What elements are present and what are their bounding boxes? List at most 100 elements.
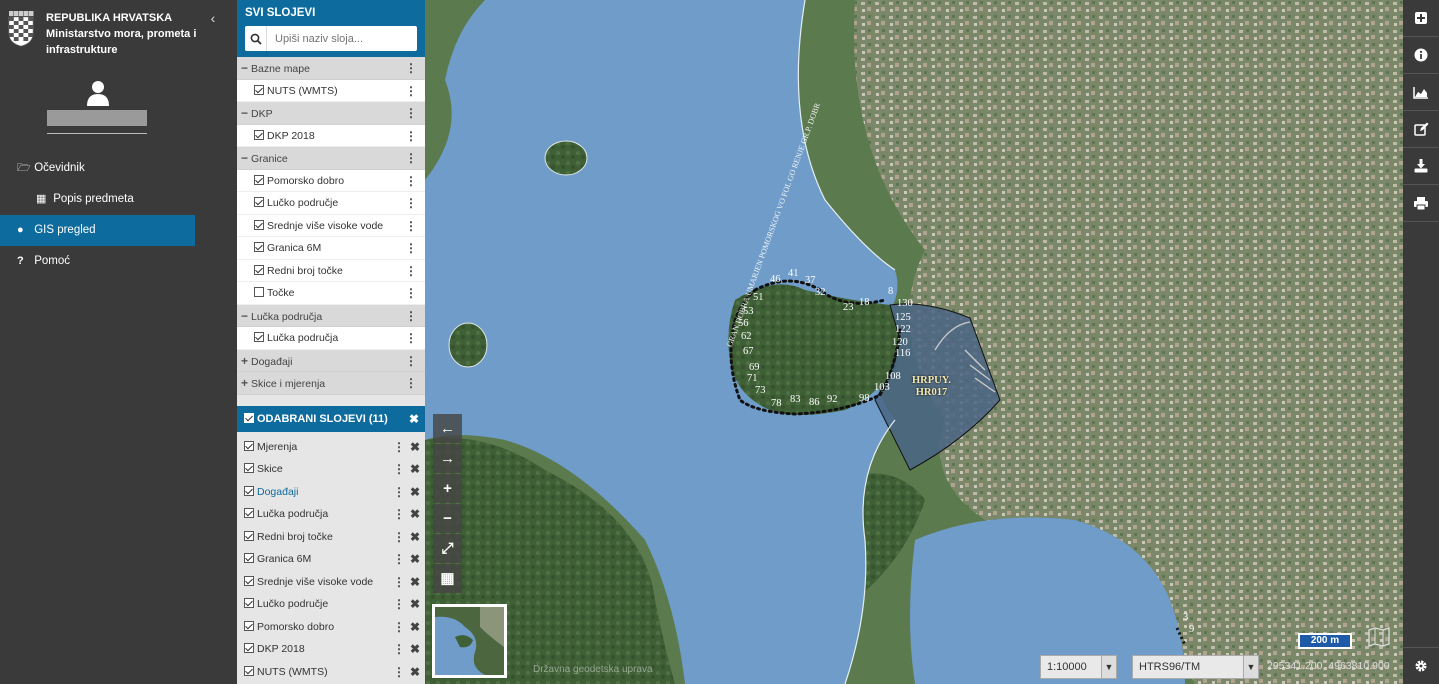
scale-select[interactable]: 1:10000 ▼ xyxy=(1040,655,1117,679)
more-options-icon[interactable]: ⋮ xyxy=(393,481,405,504)
more-options-icon[interactable]: ⋮ xyxy=(393,571,405,594)
settings-button[interactable] xyxy=(1403,647,1439,684)
more-options-icon[interactable]: ⋮ xyxy=(393,548,405,571)
layer-group-dogadaji[interactable]: + Događaji ⋮ xyxy=(237,349,425,373)
remove-layer-icon[interactable]: ✖ xyxy=(410,548,420,571)
layer-checkbox[interactable] xyxy=(244,508,254,518)
remove-layer-icon[interactable]: ✖ xyxy=(410,571,420,594)
layer-item-dkp-2018[interactable]: DKP 2018 ⋮ xyxy=(237,124,425,148)
layer-checkbox[interactable] xyxy=(254,84,264,95)
select-all-checkbox[interactable] xyxy=(244,412,254,423)
more-options-icon[interactable]: ⋮ xyxy=(393,638,405,661)
selected-layer-granica-6m[interactable]: Granica 6M ⋮ ✖ xyxy=(237,548,425,571)
more-options-icon[interactable]: ⋮ xyxy=(393,503,405,526)
info-button[interactable] xyxy=(1403,37,1439,74)
more-options-icon[interactable]: ⋮ xyxy=(405,260,417,283)
layer-item-srednje-vise-visoke-vode[interactable]: Srednje više visoke vode ⋮ xyxy=(237,214,425,238)
map-grid-button[interactable]: ▦ xyxy=(433,564,462,593)
remove-layer-icon[interactable]: ✖ xyxy=(410,638,420,661)
layer-group-dkp[interactable]: − DKP ⋮ xyxy=(237,102,425,125)
layer-checkbox[interactable] xyxy=(244,553,254,563)
selected-layer-skice[interactable]: Skice ⋮ ✖ xyxy=(237,458,425,481)
more-options-icon[interactable]: ⋮ xyxy=(405,372,417,395)
layer-group-skice-i-mjerenja[interactable]: + Skice i mjerenja ⋮ xyxy=(237,372,425,395)
layer-checkbox[interactable] xyxy=(254,264,264,275)
layer-checkbox[interactable] xyxy=(244,665,254,676)
layer-checkbox[interactable] xyxy=(254,219,264,230)
layer-checkbox[interactable] xyxy=(254,174,264,185)
layer-group-bazne-mape[interactable]: − Bazne mape ⋮ xyxy=(237,57,425,80)
layer-item-tocke[interactable]: Točke ⋮ xyxy=(237,282,425,305)
search-icon[interactable] xyxy=(245,26,267,51)
map-canvas[interactable]: 46 41 37 32 23 18 8 130 125 122 120 116 … xyxy=(425,0,1403,684)
more-options-icon[interactable]: ⋮ xyxy=(393,436,405,459)
selected-layer-srednje-vise-visoke-vode[interactable]: Srednje više visoke vode ⋮ ✖ xyxy=(237,570,425,594)
more-options-icon[interactable]: ⋮ xyxy=(405,282,417,305)
nav-item-gis-pregled[interactable]: ● GIS pregled xyxy=(0,215,195,246)
remove-layer-icon[interactable]: ✖ xyxy=(410,458,420,481)
overview-minimap[interactable] xyxy=(432,604,507,678)
download-button[interactable] xyxy=(1403,148,1439,185)
layer-checkbox[interactable] xyxy=(244,620,254,631)
more-options-icon[interactable]: ⋮ xyxy=(405,350,417,373)
remove-layer-icon[interactable]: ✖ xyxy=(410,661,420,684)
area-chart-button[interactable] xyxy=(1403,74,1439,111)
crs-select[interactable]: HTRS96/TM ▼ xyxy=(1132,655,1259,679)
selected-layer-nuts[interactable]: NUTS (WMTS) ⋮ ✖ xyxy=(237,660,425,684)
more-options-icon[interactable]: ⋮ xyxy=(405,327,417,350)
layer-checkbox[interactable] xyxy=(244,463,254,473)
more-options-icon[interactable]: ⋮ xyxy=(405,237,417,260)
layer-checkbox[interactable] xyxy=(254,242,264,252)
layer-checkbox[interactable] xyxy=(254,332,264,342)
selected-layer-mjerenja[interactable]: Mjerenja ⋮ ✖ xyxy=(237,435,425,459)
selected-layer-dogadaji[interactable]: Događaji ⋮ ✖ xyxy=(237,480,425,504)
more-options-icon[interactable]: ⋮ xyxy=(405,170,417,193)
layer-checkbox[interactable] xyxy=(254,287,264,297)
print-button[interactable] xyxy=(1403,185,1439,222)
layer-checkbox[interactable] xyxy=(244,643,254,653)
nav-item-pomoc[interactable]: ? Pomoć xyxy=(0,246,195,277)
layer-item-granica-6m[interactable]: Granica 6M ⋮ xyxy=(237,237,425,260)
layer-item-nuts[interactable]: NUTS (WMTS) ⋮ xyxy=(237,79,425,103)
selected-layer-pomorsko-dobro[interactable]: Pomorsko dobro ⋮ ✖ xyxy=(237,615,425,639)
nav-item-ocevidnik[interactable]: 🗁 Očevidnik xyxy=(0,153,195,184)
clear-selected-icon[interactable]: ✖ xyxy=(409,406,419,432)
selected-layer-dkp-2018[interactable]: DKP 2018 ⋮ ✖ xyxy=(237,638,425,661)
more-options-icon[interactable]: ⋮ xyxy=(405,125,417,148)
layer-group-lucka-podrucja[interactable]: − Lučka područja ⋮ xyxy=(237,304,425,327)
layer-checkbox[interactable] xyxy=(244,440,254,451)
remove-layer-icon[interactable]: ✖ xyxy=(410,616,420,639)
remove-layer-icon[interactable]: ✖ xyxy=(410,526,420,549)
more-options-icon[interactable]: ⋮ xyxy=(393,458,405,481)
remove-layer-icon[interactable]: ✖ xyxy=(410,436,420,459)
map-back-button[interactable]: ← xyxy=(433,414,462,443)
layer-checkbox[interactable] xyxy=(254,197,264,207)
selected-layer-redni-broj-tocke[interactable]: Redni broj točke ⋮ ✖ xyxy=(237,525,425,549)
more-options-icon[interactable]: ⋮ xyxy=(405,57,417,80)
selected-layers-header[interactable]: ODABRANI SLOJEVI (11) ✖ xyxy=(237,405,425,432)
layer-item-pomorsko-dobro[interactable]: Pomorsko dobro ⋮ xyxy=(237,169,425,193)
more-options-icon[interactable]: ⋮ xyxy=(405,147,417,170)
more-options-icon[interactable]: ⋮ xyxy=(405,102,417,125)
edit-button[interactable] xyxy=(1403,111,1439,148)
more-options-icon[interactable]: ⋮ xyxy=(393,593,405,616)
zoom-extent-button[interactable]: ⤢ xyxy=(433,534,462,563)
layer-label[interactable]: Događaji xyxy=(257,486,298,498)
layer-item-lucka-podrucja[interactable]: Lučka područja ⋮ xyxy=(237,327,425,350)
more-options-icon[interactable]: ⋮ xyxy=(405,215,417,238)
layer-checkbox[interactable] xyxy=(254,129,264,140)
map-forward-button[interactable]: → xyxy=(433,444,462,473)
remove-layer-icon[interactable]: ✖ xyxy=(410,481,420,504)
selected-layer-lucka-podrucja[interactable]: Lučka područja ⋮ ✖ xyxy=(237,503,425,526)
zoom-in-button[interactable]: + xyxy=(433,474,462,503)
layer-item-lucko-podrucje[interactable]: Lučko područje ⋮ xyxy=(237,192,425,215)
more-options-icon[interactable]: ⋮ xyxy=(405,80,417,103)
layer-checkbox[interactable] xyxy=(244,530,254,541)
layer-checkbox[interactable] xyxy=(244,575,254,586)
remove-layer-icon[interactable]: ✖ xyxy=(410,503,420,526)
layer-item-redni-broj-tocke[interactable]: Redni broj točke ⋮ xyxy=(237,259,425,283)
nav-item-popis-predmeta[interactable]: ▦ Popis predmeta xyxy=(0,184,195,215)
layer-group-granice[interactable]: − Granice ⋮ xyxy=(237,147,425,170)
layer-checkbox[interactable] xyxy=(244,485,254,496)
nav-collapse-button[interactable]: ‹ xyxy=(206,10,220,26)
